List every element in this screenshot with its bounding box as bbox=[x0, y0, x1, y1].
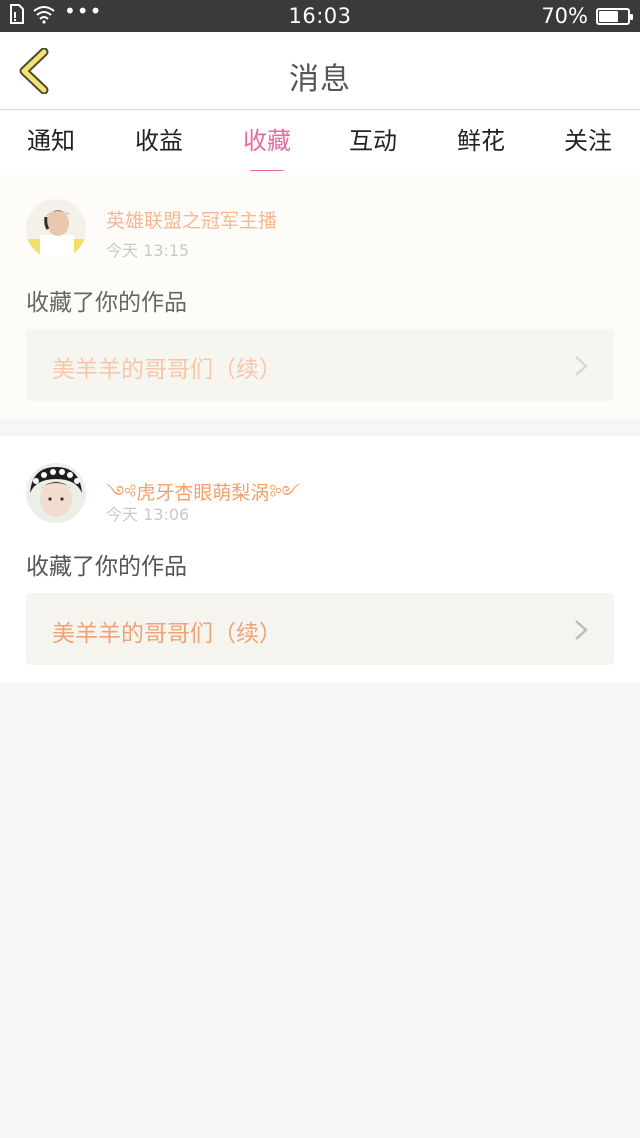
tab-bar: 通知 收益 收藏 互动 鲜花 关注 bbox=[0, 111, 640, 173]
page-title: 消息 bbox=[289, 62, 351, 97]
tab-label: 关注 bbox=[564, 127, 612, 155]
action-text: 收藏了你的作品 bbox=[26, 290, 187, 316]
tab-earnings[interactable]: 收益 bbox=[119, 121, 199, 165]
work-link[interactable]: 美羊羊的哥哥们（续） bbox=[26, 329, 614, 401]
battery-fill bbox=[599, 10, 618, 22]
message-time: 今天 13:15 bbox=[106, 241, 190, 260]
username[interactable]: 英雄联盟之冠军主播 bbox=[106, 206, 277, 233]
tab-favorites[interactable]: 收藏 bbox=[227, 121, 307, 173]
tab-interactions[interactable]: 互动 bbox=[333, 121, 413, 165]
avatar-image bbox=[26, 199, 86, 259]
tab-flowers[interactable]: 鲜花 bbox=[441, 121, 521, 165]
chevron-right-icon bbox=[575, 356, 588, 376]
tab-label: 收益 bbox=[135, 127, 183, 155]
avatar[interactable] bbox=[26, 463, 86, 523]
tab-notifications[interactable]: 通知 bbox=[11, 121, 91, 165]
tab-label: 鲜花 bbox=[457, 127, 505, 155]
avatar-image bbox=[26, 463, 86, 523]
tab-label: 通知 bbox=[27, 127, 75, 155]
work-title: 美羊羊的哥哥们（续） bbox=[52, 357, 282, 383]
chevron-right-icon bbox=[575, 620, 588, 640]
message-card: 英雄联盟之冠军主播 今天 13:15 收藏了你的作品 美羊羊的哥哥们（续） bbox=[0, 171, 640, 419]
status-right: 70% bbox=[541, 4, 633, 28]
avatar[interactable] bbox=[26, 199, 86, 259]
action-text: 收藏了你的作品 bbox=[26, 554, 187, 580]
tab-label: 互动 bbox=[349, 127, 397, 155]
work-link[interactable]: 美羊羊的哥哥们（续） bbox=[26, 593, 614, 665]
nav-bar: 消息 bbox=[0, 32, 640, 110]
battery-percent: 70% bbox=[541, 4, 588, 28]
battery-icon bbox=[596, 7, 633, 25]
tab-follows[interactable]: 关注 bbox=[548, 121, 628, 165]
message-time: 今天 13:06 bbox=[106, 505, 190, 524]
tab-label: 收藏 bbox=[243, 127, 291, 155]
work-title: 美羊羊的哥哥们（续） bbox=[52, 621, 282, 647]
status-bar: ••• 16:03 70% bbox=[0, 0, 640, 32]
message-card: ༺虎牙杏眼萌梨涡༻ 今天 13:06 收藏了你的作品 美羊羊的哥哥们（续） bbox=[0, 436, 640, 683]
